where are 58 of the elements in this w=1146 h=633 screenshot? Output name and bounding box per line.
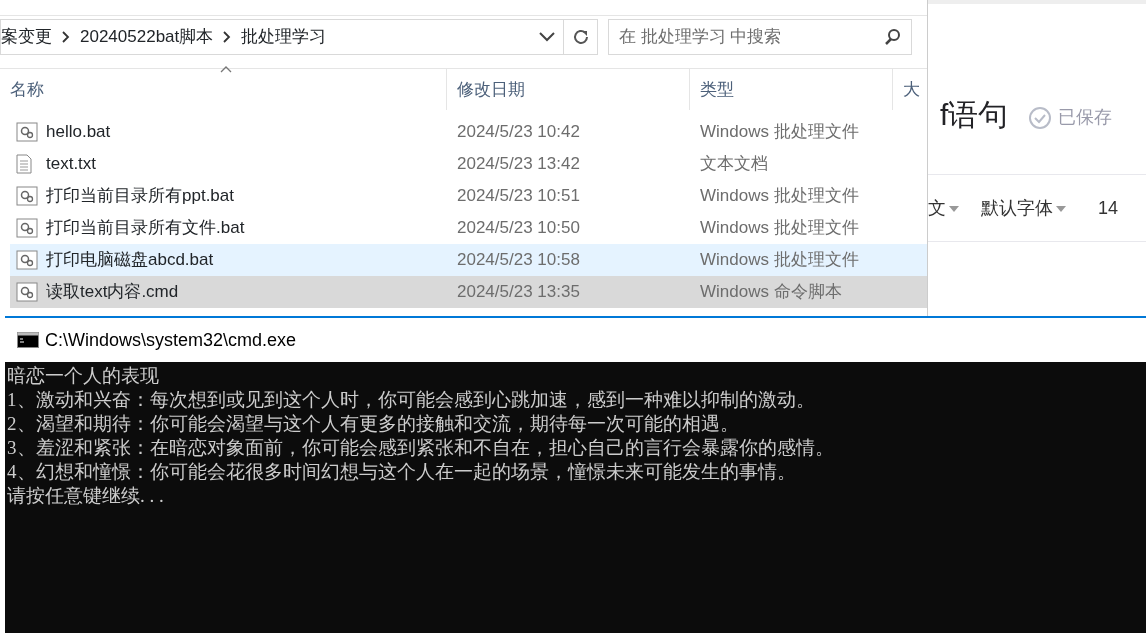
window-title: C:\Windows\system32\cmd.exe [45,328,297,352]
console-line: 请按任意键继续. . . [7,484,165,508]
file-date: 2024/5/23 10:58 [456,249,581,272]
search-icon [884,28,902,46]
gear-file-icon [16,122,38,142]
gear-file-icon [16,282,38,302]
column-header[interactable]: 名称 [0,69,447,110]
toolbar-dropdown[interactable]: 文 [928,194,959,222]
file-date: 2024/5/23 13:35 [456,281,581,304]
console-line: 2、渴望和期待：你可能会渴望与这个人有更多的接触和交流，期待每一次可能的相遇。 [7,412,740,436]
file-type: Windows 命令脚本 [699,281,843,304]
gear-file-icon [16,218,38,238]
file-name: text.txt [46,153,97,176]
font-size-dropdown[interactable]: 14 [1098,194,1119,222]
chevron-right-icon [62,31,70,43]
address-bar[interactable]: 案变更 20240522bat脚本 批处理学习 [0,19,598,55]
file-name: 打印当前目录所有文件.bat [46,217,245,240]
console-line: 1、激动和兴奋：每次想到或见到这个人时，你可能会感到心跳加速，感到一种难以抑制的激动。 [7,388,816,412]
check-circle-icon [1028,105,1052,130]
file-date: 2024/5/23 13:42 [456,153,581,176]
file-type: 文本文档 [699,153,769,176]
toolbar-dropdown[interactable]: 默认字体 [981,194,1066,222]
column-header[interactable]: 修改日期 [447,69,690,110]
document-title: f语句 [940,97,1009,133]
file-row[interactable]: text.txt 2024/5/23 13:42 文本文档 [10,148,927,180]
chevron-down-icon[interactable] [539,32,555,42]
breadcrumb-item[interactable]: 案变更 [1,24,52,50]
file-date: 2024/5/23 10:51 [456,185,581,208]
file-date: 2024/5/23 10:50 [456,217,581,240]
console-icon [17,332,39,348]
column-header[interactable]: 类型 [690,69,893,110]
file-row[interactable]: 打印当前目录所有ppt.bat 2024/5/23 10:51 Windows 批处理文件 [10,180,927,212]
column-header[interactable]: 大 [893,69,933,110]
document-icon [16,154,32,174]
file-row[interactable]: 打印当前目录所有文件.bat 2024/5/23 10:50 Windows 批处理文件 [10,212,927,244]
file-name: 打印当前目录所有ppt.bat [46,185,234,208]
gear-file-icon [16,186,38,206]
search-field[interactable]: 在 批处理学习 中搜索 [608,19,912,55]
file-date: 2024/5/23 10:42 [456,121,581,144]
console-line: 暗恋一个人的表现 [7,364,160,388]
file-name: 读取text内容.cmd [46,281,179,304]
file-row[interactable]: 读取text内容.cmd 2024/5/23 13:35 Windows 命令脚本 [10,276,927,308]
file-row[interactable]: 打印电脑磁盘abcd.bat 2024/5/23 10:58 Windows 批处理文件 [10,244,927,276]
refresh-icon [571,28,590,46]
gear-file-icon [16,250,38,270]
breadcrumb-item[interactable]: 20240522bat脚本 [80,24,214,50]
breadcrumb-item[interactable]: 批处理学习 [241,24,327,50]
file-name: hello.bat [46,121,111,144]
console-line: 3、羞涩和紧张：在暗恋对象面前，你可能会感到紧张和不自在，担心自己的言行会暴露你的感情。 [7,436,835,460]
file-row[interactable]: hello.bat 2024/5/23 10:42 Windows 批处理文件 [10,116,927,148]
file-type: Windows 批处理文件 [699,249,860,272]
save-status: 已保存 [1058,106,1112,129]
console-line: 4、幻想和憧憬：你可能会花很多时间幻想与这个人在一起的场景，憧憬未来可能发生的事情。 [7,460,797,484]
chevron-right-icon [223,31,232,43]
file-type: Windows 批处理文件 [699,121,860,144]
file-name: 打印电脑磁盘abcd.bat [46,249,214,272]
file-type: Windows 批处理文件 [699,217,860,240]
file-type: Windows 批处理文件 [699,185,860,208]
